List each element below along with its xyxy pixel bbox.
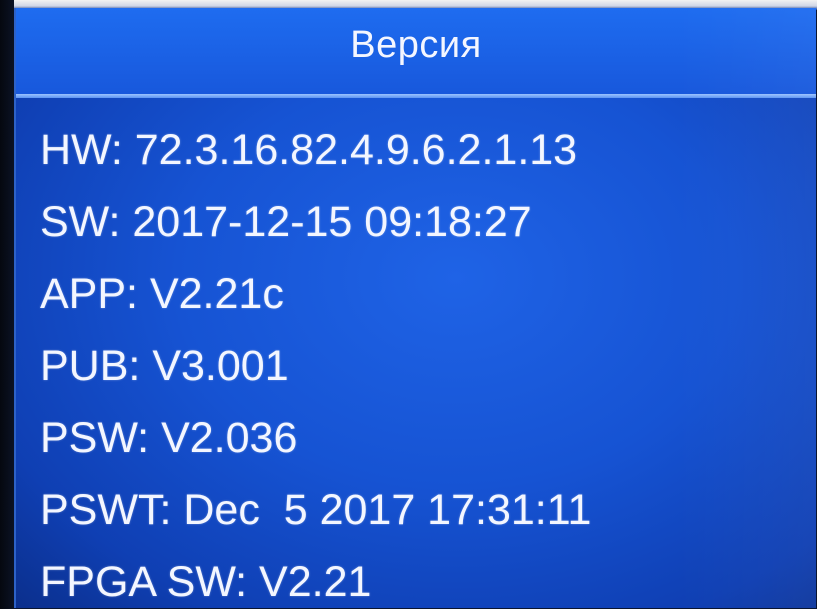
version-row-hw: HW: 72.3.16.82.4.9.6.2.1.13 xyxy=(40,114,810,186)
version-row-pswt: PSWT: Dec 5 2017 17:31:11 xyxy=(40,474,810,546)
lcd-screen: Версия HW: 72.3.16.82.4.9.6.2.1.13 SW: 2… xyxy=(14,8,816,608)
app-value: V2.21c xyxy=(149,270,284,318)
pub-value: V3.001 xyxy=(152,342,289,390)
sw-value: 2017-12-15 09:18:27 xyxy=(132,198,532,246)
version-row-pub: PUB: V3.001 xyxy=(40,330,810,402)
pub-label: PUB: xyxy=(40,342,141,390)
psw-label: PSW: xyxy=(40,414,150,462)
sw-label: SW: xyxy=(40,198,121,246)
pswt-label: PSWT: xyxy=(40,486,172,534)
fpga-sw-label: FPGA SW: xyxy=(40,558,248,606)
header-divider xyxy=(16,94,816,98)
version-row-fpga-sw: FPGA SW: V2.21 xyxy=(40,546,810,608)
version-row-psw: PSW: V2.036 xyxy=(40,402,810,474)
psw-value: V2.036 xyxy=(161,414,298,462)
device-bezel-left xyxy=(0,0,14,609)
screen-header: Версия xyxy=(16,8,816,94)
pswt-value: Dec 5 2017 17:31:11 xyxy=(183,486,592,534)
hw-value: 72.3.16.82.4.9.6.2.1.13 xyxy=(134,126,578,174)
hw-label: HW: xyxy=(40,126,123,174)
version-row-sw: SW: 2017-12-15 09:18:27 xyxy=(40,186,810,258)
fpga-sw-value: V2.21 xyxy=(259,558,372,606)
app-label: APP: xyxy=(40,270,138,318)
page-title: Версия xyxy=(350,24,482,66)
version-info-list: HW: 72.3.16.82.4.9.6.2.1.13 SW: 2017-12-… xyxy=(40,114,810,608)
device-photo-frame: Версия HW: 72.3.16.82.4.9.6.2.1.13 SW: 2… xyxy=(0,0,817,609)
version-row-app: APP: V2.21c xyxy=(40,258,810,330)
